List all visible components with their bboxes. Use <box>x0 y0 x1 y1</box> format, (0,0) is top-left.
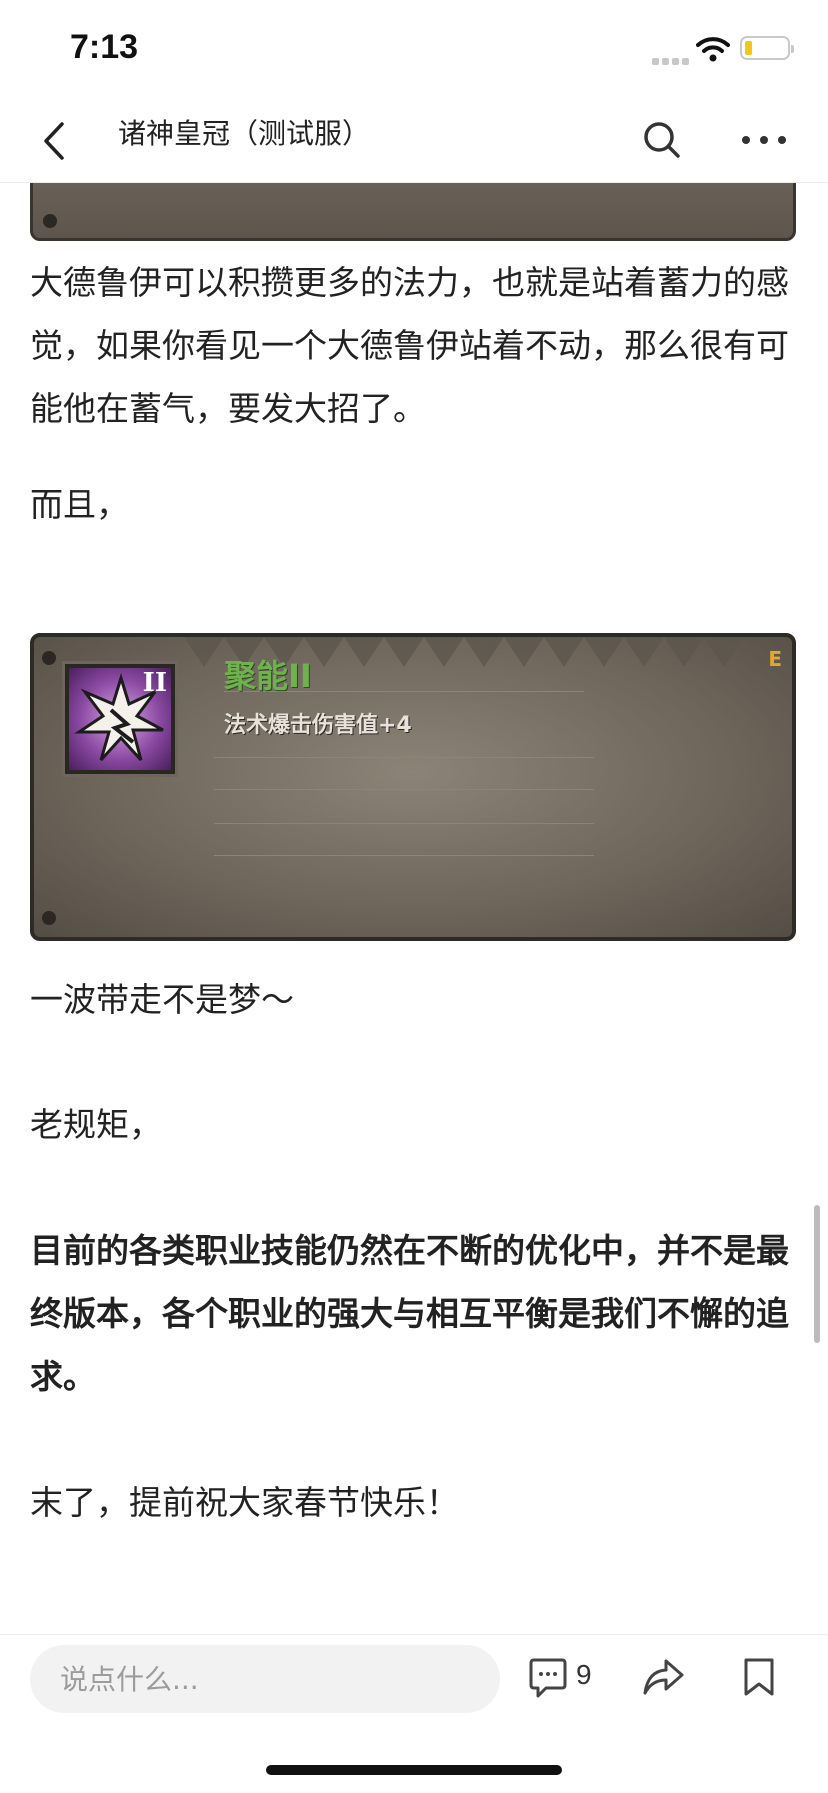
article-paragraph: 大德鲁伊可以积攒更多的法力，也就是站着蓄力的感觉，如果你看见一个大德鲁伊站着不动… <box>30 263 789 428</box>
skill-card-image-top <box>30 183 796 241</box>
skill-card-image: II 聚能II 法术爆击伤害值+4 E <box>30 633 796 941</box>
more-dots-icon[interactable] <box>738 130 790 150</box>
signal-icon <box>652 50 692 69</box>
battery-icon <box>740 36 794 60</box>
article-paragraph: 目前的各类职业技能仍然在不断的优化中，并不是最终版本，各个职业的强大与相互平衡是… <box>30 1231 789 1396</box>
article-content: 大德鲁伊可以积攒更多的法力，也就是站着蓄力的感觉，如果你看见一个大德鲁伊站着不动… <box>0 183 828 1633</box>
status-bar: 7:13 <box>0 0 828 98</box>
wifi-icon <box>696 37 730 62</box>
back-chevron-icon[interactable] <box>36 116 76 166</box>
skill-tag: E <box>768 647 782 671</box>
scrollbar-thumb[interactable] <box>814 1205 820 1343</box>
article-paragraph: 末了，提前祝大家春节快乐！ <box>30 1483 459 1522</box>
skill-description: 法术爆击伤害值+4 <box>224 713 412 738</box>
home-indicator[interactable] <box>266 1765 562 1775</box>
page-title: 诸神皇冠（测试服） <box>118 117 371 150</box>
article-paragraph: 一波带走不是梦～ <box>30 980 294 1019</box>
comment-input[interactable] <box>30 1645 500 1713</box>
skill-name: 聚能II <box>224 657 312 695</box>
skill-level: II <box>142 668 167 698</box>
share-icon[interactable] <box>642 1657 686 1697</box>
skill-icon: II <box>62 661 178 777</box>
comment-icon[interactable] <box>528 1657 608 1701</box>
bookmark-icon[interactable] <box>742 1657 776 1697</box>
search-icon[interactable] <box>640 118 684 162</box>
article-paragraph: 老规矩， <box>30 1105 162 1144</box>
status-time: 7:13 <box>70 28 139 66</box>
comment-count: 9 <box>576 1659 592 1690</box>
nav-bar: 诸神皇冠（测试服） <box>0 98 828 183</box>
article-paragraph: 而且， <box>30 485 129 524</box>
